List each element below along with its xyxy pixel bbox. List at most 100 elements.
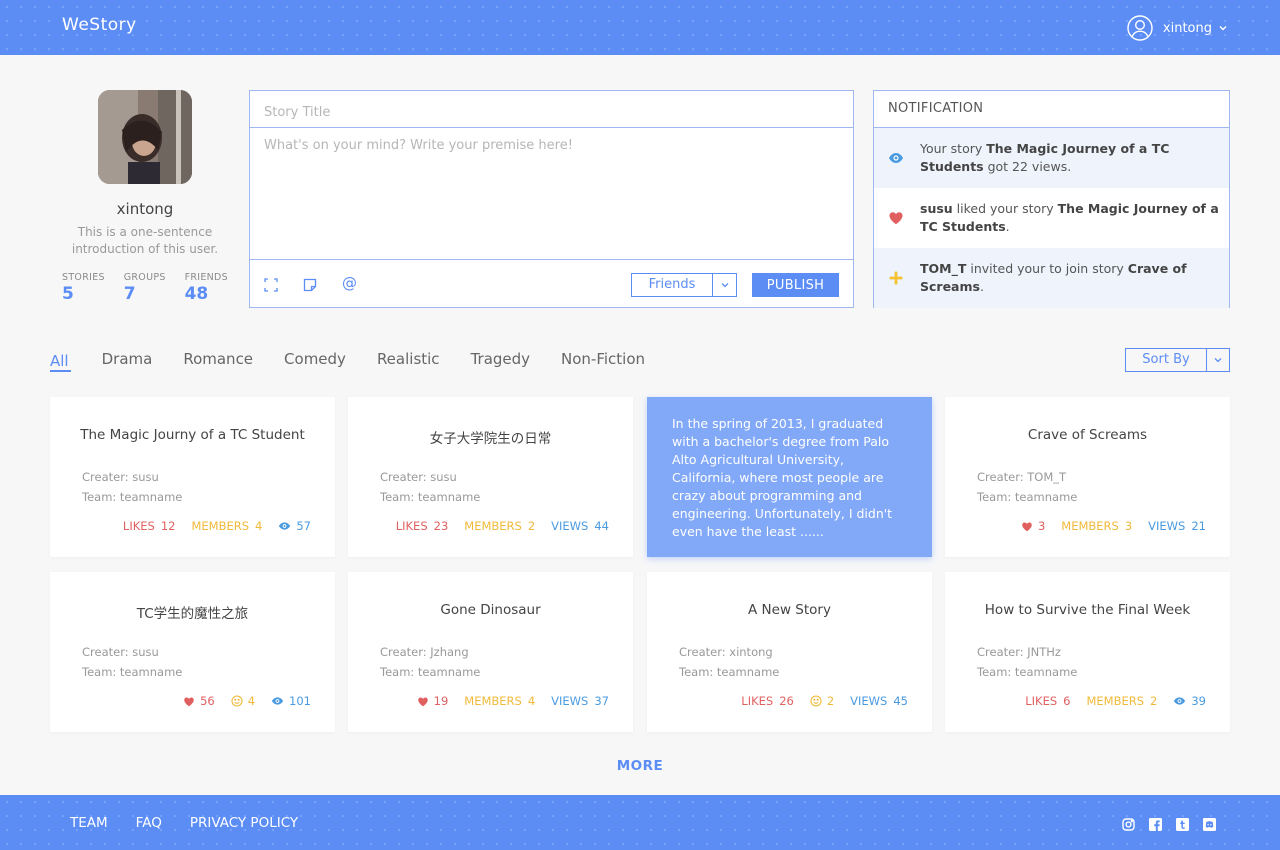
- stat-members-value: 2: [1150, 694, 1158, 708]
- story-meta: Creater: JNTHz Team: teamname: [977, 642, 1077, 682]
- profile-stats: STORIES 5 GROUPS 7 FRIENDS 48: [50, 272, 240, 304]
- notif-user-link[interactable]: susu: [920, 201, 953, 216]
- more-button[interactable]: MORE: [0, 758, 1280, 774]
- story-team: Team: teamname: [380, 665, 481, 679]
- tab-non-fiction[interactable]: Non-Fiction: [561, 350, 645, 372]
- stat-likes: 19: [417, 694, 448, 708]
- story-team: Team: teamname: [977, 490, 1078, 504]
- story-title[interactable]: The Magic Journy of a TC Student: [50, 427, 335, 443]
- stat-label: FRIENDS: [184, 272, 228, 283]
- tab-realistic[interactable]: Realistic: [377, 350, 440, 372]
- notification-item[interactable]: susu liked your story The Magic Journey …: [874, 188, 1229, 248]
- story-card[interactable]: A New Story Creater: xintong Team: teamnam…: [647, 572, 932, 732]
- footer-link-team[interactable]: TEAM: [70, 815, 108, 831]
- stat-likes-value: 26: [779, 694, 794, 708]
- stat-label: GROUPS: [123, 272, 166, 283]
- notif-user-link[interactable]: TOM_T: [920, 261, 966, 276]
- stat-members-value: 4: [247, 694, 256, 708]
- stat-members-label: MEMBERS: [1061, 519, 1119, 533]
- story-card[interactable]: 女子大学院生の日常 Creater: susu Team: teamname LIKE…: [348, 397, 633, 557]
- tab-comedy[interactable]: Comedy: [284, 350, 346, 372]
- story-title[interactable]: TC学生的魔性之旅: [50, 602, 335, 622]
- mention-icon[interactable]: @: [342, 274, 357, 292]
- story-title-row: [250, 91, 853, 128]
- tumblr-icon[interactable]: [1176, 816, 1189, 831]
- visibility-caret[interactable]: [713, 274, 736, 296]
- stat-friends[interactable]: FRIENDS 48: [185, 272, 228, 304]
- stat-views: VIEWS 37: [551, 694, 609, 708]
- stat-likes: 3: [1021, 519, 1045, 533]
- discord-icon[interactable]: [1203, 816, 1216, 831]
- story-title[interactable]: How to Survive the Final Week: [945, 602, 1230, 618]
- stat-views-value: 44: [594, 519, 609, 533]
- story-title[interactable]: Gone Dinosaur: [348, 602, 633, 618]
- story-stats: 19 MEMBERS 4 VIEWS 37: [401, 694, 609, 708]
- notif-text-part: .: [1005, 219, 1010, 234]
- stat-views-label: VIEWS: [1148, 519, 1186, 533]
- sort-by-select[interactable]: Sort By: [1125, 348, 1230, 372]
- stat-views: VIEWS 21: [1148, 519, 1206, 533]
- facebook-icon[interactable]: [1149, 816, 1162, 831]
- profile-intro: This is a one-sentence introduction of t…: [71, 225, 219, 256]
- story-card[interactable]: Crave of Screams Creater: TOM_T Team: team…: [945, 397, 1230, 557]
- brand-logo[interactable]: WeStory: [62, 15, 137, 35]
- notif-text-part: liked your story: [952, 201, 1058, 216]
- visibility-value: Friends: [632, 274, 713, 296]
- story-title[interactable]: A New Story: [647, 602, 932, 618]
- notif-text-part: .: [979, 279, 984, 294]
- stat-views: 57: [278, 519, 311, 533]
- tab-drama[interactable]: Drama: [102, 350, 153, 372]
- tab-tragedy[interactable]: Tragedy: [471, 350, 530, 372]
- story-premise-input[interactable]: [264, 138, 839, 248]
- stat-groups[interactable]: GROUPS 7: [124, 272, 166, 304]
- story-team: Team: teamname: [82, 665, 183, 679]
- profile-photo-image: [98, 90, 192, 184]
- heart-icon: [889, 212, 903, 225]
- publish-button[interactable]: PUBLISH: [752, 273, 839, 297]
- story-card[interactable]: The Magic Journy of a TC Student Creater:…: [50, 397, 335, 557]
- stat-members: MEMBERS 2: [464, 519, 535, 533]
- story-composer: @ Friends PUBLISH: [249, 90, 854, 308]
- tab-all[interactable]: All: [50, 350, 71, 372]
- smile-icon: [231, 695, 243, 707]
- story-card-preview[interactable]: In the spring of 2013, I graduated with …: [647, 397, 932, 557]
- stat-stories[interactable]: STORIES 5: [62, 272, 105, 304]
- stat-views-value: 39: [1191, 694, 1206, 708]
- story-meta: Creater: xintong Team: teamname: [679, 642, 779, 682]
- expand-icon[interactable]: [263, 277, 279, 293]
- stat-members: MEMBERS 4: [191, 519, 262, 533]
- story-title-input[interactable]: [264, 105, 839, 120]
- stat-views: 101: [271, 694, 311, 708]
- tab-romance[interactable]: Romance: [183, 350, 253, 372]
- sort-by-caret[interactable]: [1207, 349, 1229, 371]
- story-title[interactable]: 女子大学院生の日常: [348, 427, 633, 447]
- notification-item[interactable]: Your story The Magic Journey of a TC Stu…: [874, 128, 1229, 188]
- stat-likes: LIKES 23: [396, 519, 449, 533]
- story-card[interactable]: Gone Dinosaur Creater: Jzhang Team: teamna…: [348, 572, 633, 732]
- instagram-icon[interactable]: [1122, 816, 1135, 831]
- story-preview-text: In the spring of 2013, I graduated with …: [672, 416, 893, 539]
- profile-photo[interactable]: [98, 90, 192, 184]
- stat-members-label: MEMBERS: [191, 519, 250, 533]
- stat-members: MEMBERS 4: [464, 694, 535, 708]
- story-creator: Creater: susu: [82, 645, 159, 659]
- story-creator: Creater: xintong: [679, 645, 773, 659]
- visibility-select[interactable]: Friends: [631, 273, 737, 297]
- heart-icon: [1022, 521, 1032, 531]
- eye-icon: [1174, 697, 1186, 705]
- story-title[interactable]: Crave of Screams: [945, 427, 1230, 443]
- notification-text: TOM_T invited your to join story Crave o…: [920, 260, 1221, 296]
- eye-icon: [279, 522, 291, 530]
- footer-link-privacy-policy[interactable]: PRIVACY POLICY: [190, 815, 298, 831]
- footer-link-faq[interactable]: FAQ: [136, 815, 162, 831]
- footer-links: TEAM FAQ PRIVACY POLICY: [70, 815, 326, 831]
- story-creator: Creater: Jzhang: [380, 645, 469, 659]
- plus-icon: [889, 271, 903, 285]
- profile-name: xintong: [116, 200, 174, 218]
- story-card[interactable]: How to Survive the Final Week Creater: JN…: [945, 572, 1230, 732]
- notif-text-part: Your story: [920, 141, 987, 156]
- notification-item[interactable]: TOM_T invited your to join story Crave o…: [874, 248, 1229, 308]
- story-card[interactable]: TC学生的魔性之旅 Creater: susu Team: teamname 56 4 1…: [50, 572, 335, 732]
- note-icon[interactable]: [302, 277, 318, 293]
- user-menu[interactable]: xintong: [1127, 15, 1228, 41]
